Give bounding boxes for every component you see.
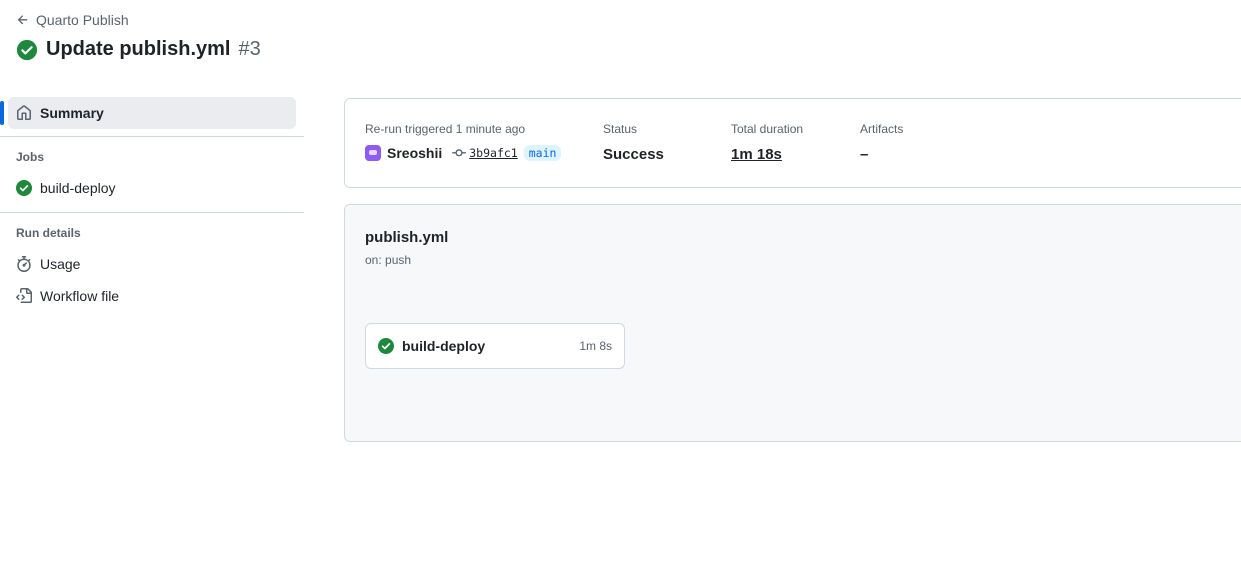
sidebar-item-label: Workflow file xyxy=(40,288,120,304)
check-circle-icon xyxy=(16,39,38,60)
duration-link[interactable]: 1m 18s xyxy=(731,146,803,163)
run-number: #3 xyxy=(238,38,261,60)
sidebar-item-label: build-deploy xyxy=(40,180,116,196)
sidebar: Summary Jobs build-deploy Run details Us… xyxy=(0,97,304,312)
check-circle-icon xyxy=(378,338,394,354)
run-details-heading: Run details xyxy=(16,226,81,240)
sidebar-item-label: Summary xyxy=(40,105,104,121)
page-title: Update publish.yml #3 xyxy=(16,38,261,61)
run-summary-card: Re-run triggered 1 minute ago Sreoshii 3… xyxy=(344,98,1241,188)
stopwatch-icon xyxy=(17,256,31,272)
jobs-heading: Jobs xyxy=(16,150,45,164)
back-link[interactable]: Quarto Publish xyxy=(16,12,129,28)
status-column: Status Success xyxy=(603,122,664,163)
file-code-icon xyxy=(16,288,32,303)
sidebar-item-summary[interactable]: Summary xyxy=(8,97,296,129)
artifacts-value: – xyxy=(860,146,869,163)
back-link-label: Quarto Publish xyxy=(36,12,129,28)
divider xyxy=(0,136,304,137)
sidebar-item-workflow-file[interactable]: Workflow file xyxy=(8,280,296,312)
git-commit-icon xyxy=(452,149,467,157)
workflow-name: publish.yml xyxy=(365,229,449,246)
sidebar-item-build-deploy[interactable]: build-deploy xyxy=(8,172,296,204)
status-value: Success xyxy=(603,146,664,163)
run-title: Update publish.yml xyxy=(46,38,231,60)
trigger-details: Sreoshii 3b9afc1 main xyxy=(365,145,562,161)
artifacts-column: Artifacts – xyxy=(860,122,903,163)
duration-column: Total duration 1m 18s xyxy=(731,122,803,163)
check-circle-icon xyxy=(16,180,32,196)
commit-link[interactable]: 3b9afc1 xyxy=(452,146,518,160)
trigger-label: Re-run triggered 1 minute ago xyxy=(365,122,526,136)
job-name: build-deploy xyxy=(402,338,486,354)
trigger-column: Re-run triggered 1 minute ago Sreoshii 3… xyxy=(365,122,562,161)
divider xyxy=(0,212,304,213)
duration-label: Total duration xyxy=(731,122,804,136)
workflow-graph-card: publish.yml on: push build-deploy 1m 8s xyxy=(344,204,1241,442)
job-duration: 1m 8s xyxy=(579,339,612,353)
sidebar-item-label: Usage xyxy=(40,256,81,272)
branch-label[interactable]: main xyxy=(523,145,562,161)
status-label: Status xyxy=(603,122,638,136)
commit-sha: 3b9afc1 xyxy=(469,146,518,160)
workflow-trigger: on: push xyxy=(365,253,412,267)
arrow-left-icon xyxy=(17,15,28,25)
actor-link[interactable]: Sreoshii xyxy=(387,145,442,161)
job-node-build-deploy[interactable]: build-deploy 1m 8s xyxy=(365,323,625,369)
home-icon xyxy=(17,105,31,120)
avatar[interactable] xyxy=(365,145,381,161)
sidebar-item-usage[interactable]: Usage xyxy=(8,248,296,280)
artifacts-label: Artifacts xyxy=(860,122,904,136)
